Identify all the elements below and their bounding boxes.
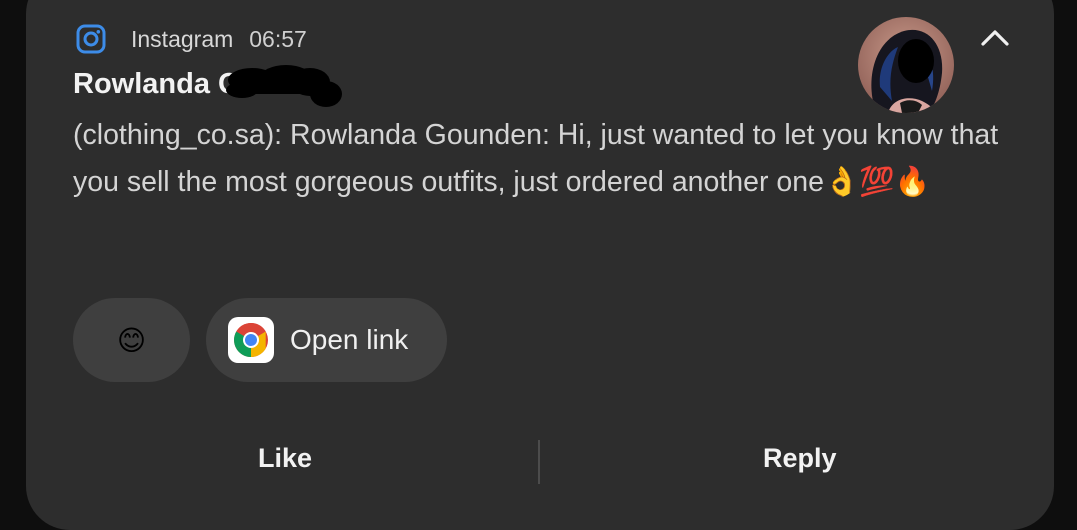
- smiling-face-emoji: 😊: [116, 324, 147, 356]
- notification-time: 06:57: [249, 25, 307, 52]
- app-name: Instagram: [131, 25, 234, 52]
- notification-message: (clothing_co.sa): Rowlanda Gounden: Hi, …: [73, 119, 999, 198]
- chrome-icon: [228, 317, 274, 363]
- open-link-button[interactable]: Open link: [206, 298, 447, 382]
- action-divider: [538, 440, 540, 484]
- like-button[interactable]: Like: [258, 443, 312, 474]
- notification-header: Instagram 06:57: [76, 24, 307, 54]
- redaction-scribble: [226, 65, 342, 107]
- instagram-icon: [76, 24, 106, 54]
- chevron-up-icon[interactable]: [980, 26, 1010, 50]
- smart-reply-emoji-button[interactable]: 😊: [73, 298, 190, 382]
- open-link-label: Open link: [290, 324, 409, 355]
- sender-name: Rowlanda G: [73, 68, 241, 100]
- profile-avatar: [858, 17, 954, 113]
- reply-button[interactable]: Reply: [763, 443, 837, 474]
